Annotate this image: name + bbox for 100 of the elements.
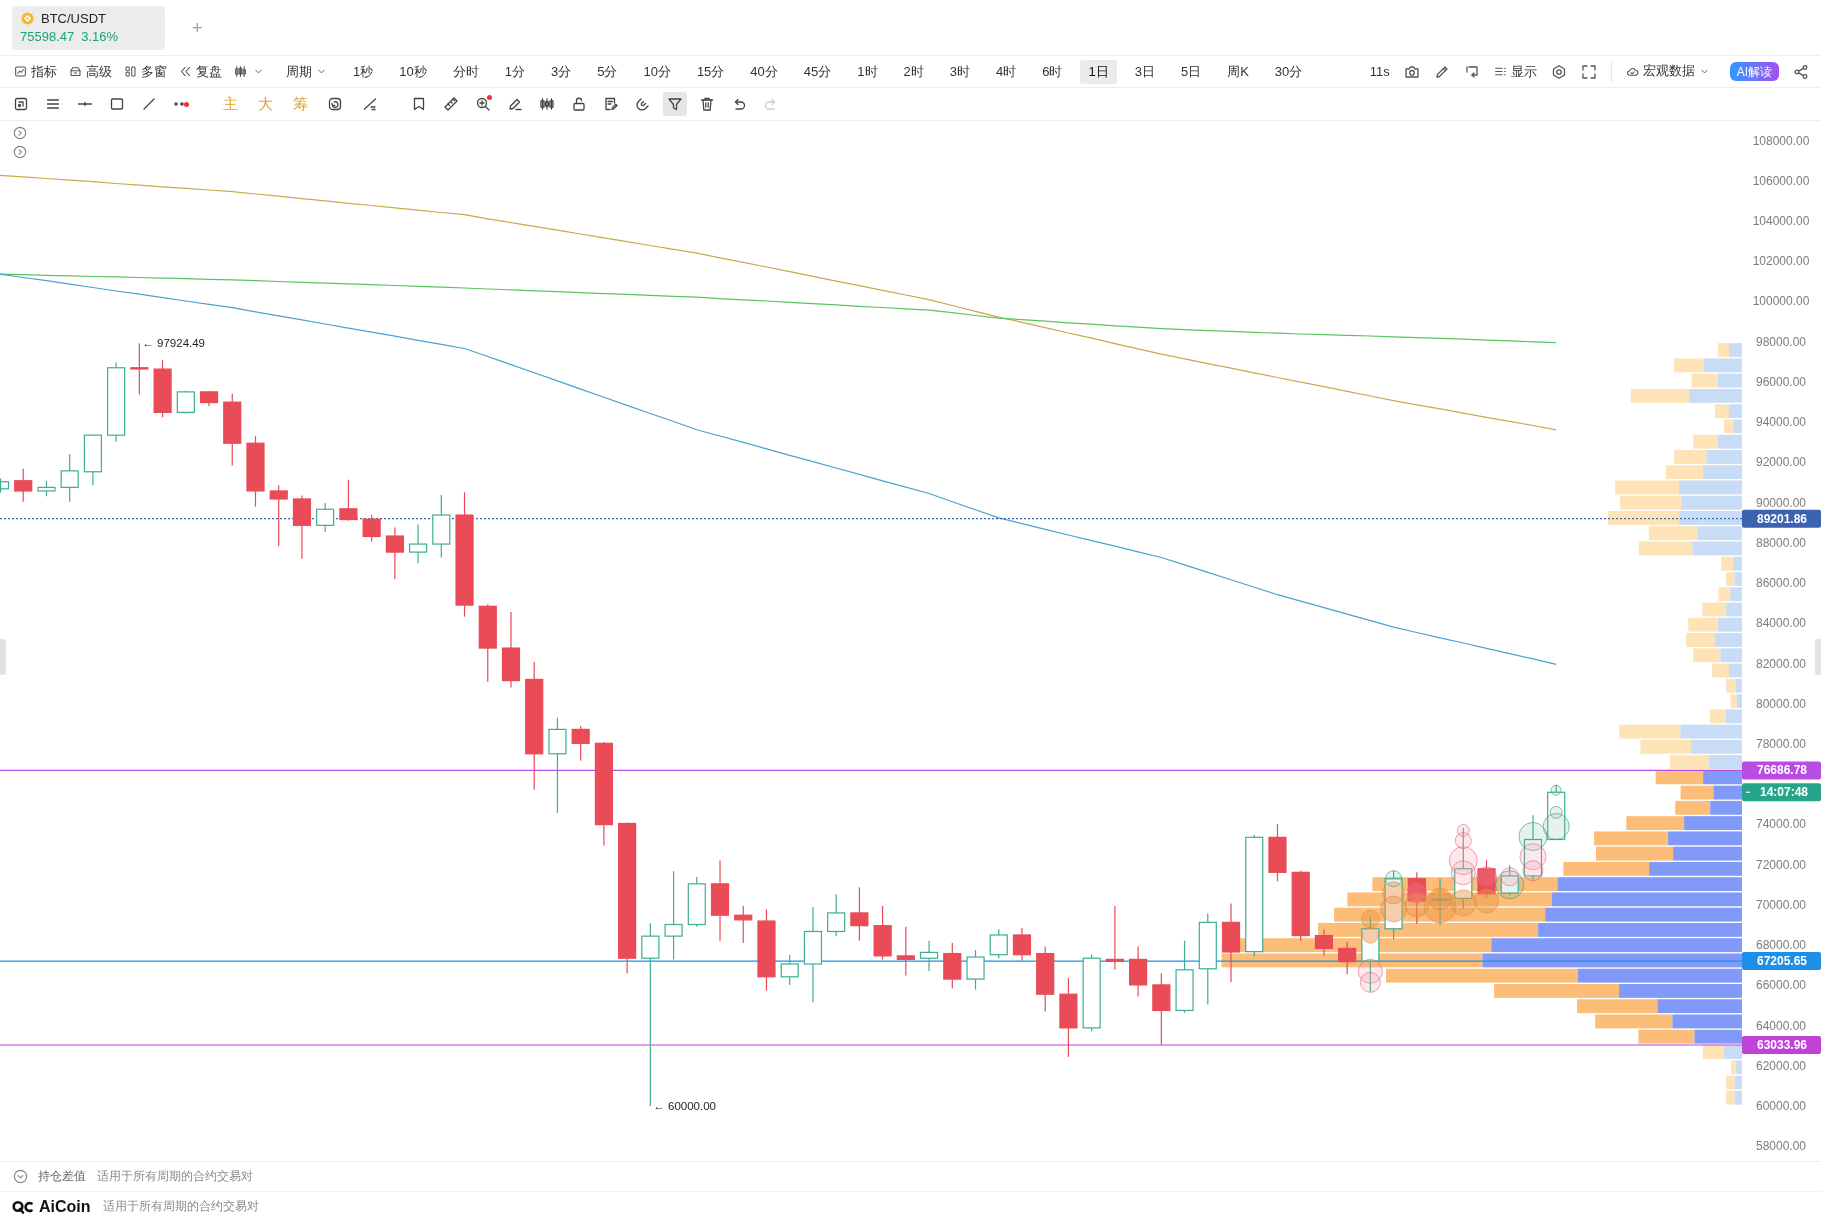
candle [14, 468, 33, 503]
countdown-tag: 14:07:48 [1742, 783, 1821, 802]
price-annotation: ← 97924.49 [142, 337, 206, 350]
ruler-icon [443, 96, 459, 112]
candle [432, 494, 451, 559]
camera-icon[interactable] [1403, 63, 1420, 80]
candle [269, 484, 288, 547]
period-tab[interactable]: 6时 [1034, 59, 1071, 84]
indicator-description: 适用于所有周期的合约交易对 [97, 1168, 253, 1185]
price-tag: 76686.78 [1742, 761, 1821, 780]
symbol-tab[interactable]: BTC/USDT 75598.47 3.16% [12, 5, 165, 50]
price-tag: 63033.96 [1742, 1036, 1821, 1055]
rectangle-icon [109, 96, 125, 112]
axis-label: 64000.00 [1755, 1018, 1807, 1033]
note-icon [603, 96, 619, 112]
period-tab[interactable]: 1日 [1080, 59, 1117, 84]
period-tab[interactable]: 5日 [1172, 59, 1210, 84]
candle [153, 359, 172, 418]
axis-label: 102000.00 [1752, 254, 1810, 269]
candle [850, 886, 869, 942]
candle [316, 502, 335, 533]
period-tab[interactable]: 5分 [589, 59, 626, 84]
candle [176, 390, 195, 415]
axis-label: 80000.00 [1755, 696, 1807, 711]
notification-dot-icon [184, 101, 189, 107]
macro-data-button[interactable]: 宏观数据 [1625, 63, 1710, 80]
period-tab[interactable]: 30分 [1266, 59, 1311, 84]
candle [130, 342, 149, 396]
corner-arrow-icon[interactable] [1463, 63, 1480, 80]
indicator-description: 适用于所有周期的合约交易对 [102, 1198, 259, 1215]
candle [292, 494, 312, 560]
toolbar-button[interactable]: 高级 [69, 62, 112, 81]
period-menu-button[interactable]: 周期 [286, 62, 327, 81]
drawing-tool-button[interactable] [663, 92, 687, 116]
period-tab[interactable]: 4时 [988, 59, 1025, 84]
refresh-timer[interactable]: 11s [1369, 64, 1390, 79]
axis-label: 98000.00 [1755, 334, 1807, 349]
period-tab[interactable]: 2时 [895, 59, 932, 84]
price-tag: 67205.65 [1742, 952, 1821, 971]
menu-icon [45, 96, 61, 112]
axis-label: 78000.00 [1755, 737, 1807, 751]
period-tab[interactable]: 1分 [496, 59, 533, 84]
period-tab[interactable]: 3分 [542, 59, 580, 84]
ref-line-label: 89201.86 [1756, 511, 1808, 526]
chevron-right-circle-icon[interactable] [13, 126, 27, 140]
period-tab[interactable]: 45分 [795, 59, 840, 84]
chart-type-button[interactable] [234, 65, 264, 78]
toolbar-button[interactable]: 多窗 [124, 62, 167, 81]
candle [362, 514, 381, 543]
axis-label: 94000.00 [1755, 415, 1807, 430]
period-tab[interactable]: 1时 [849, 59, 886, 84]
chevron-down-circle-icon[interactable] [13, 1169, 28, 1184]
period-tab[interactable]: 10秒 [391, 59, 435, 84]
candle [989, 928, 1008, 959]
axis-label: 74000.00 [1755, 817, 1807, 832]
axis-label: 70000.00 [1755, 897, 1807, 912]
logo-icon [12, 1199, 34, 1214]
period-tab[interactable]: 分时 [444, 59, 487, 84]
axis-label: 86000.00 [1755, 576, 1807, 591]
notification-dot-icon [487, 95, 492, 100]
share-icon[interactable] [1793, 63, 1809, 80]
ref-line-label: 63033.96 [1756, 1038, 1808, 1053]
settings-icon[interactable] [1550, 63, 1567, 80]
axis-label: 72000.00 [1755, 857, 1807, 872]
axis-label: 84000.00 [1755, 616, 1807, 631]
period-tab[interactable]: 周K [1219, 59, 1257, 84]
candle [919, 940, 939, 972]
coin-icon [21, 12, 34, 25]
ref-line-label: 67205.65 [1756, 954, 1808, 969]
period-tab[interactable]: 40分 [742, 59, 786, 84]
candle [571, 725, 590, 762]
axis-label: 90000.00 [1755, 495, 1807, 510]
fullscreen-icon[interactable] [1580, 63, 1597, 80]
unlock-icon [571, 96, 587, 112]
axis-label: 104000.00 [1752, 213, 1810, 228]
bookmark-icon [411, 96, 427, 112]
period-tab[interactable]: 1秒 [345, 59, 382, 84]
candle [83, 434, 102, 486]
chevron-right-circle-icon[interactable] [13, 145, 27, 159]
ref-line-label: 76686.78 [1756, 763, 1808, 778]
period-tab[interactable]: 3时 [941, 59, 978, 84]
logo-text: AiCoin [39, 1197, 91, 1216]
axis-label: 62000.00 [1755, 1058, 1807, 1073]
candle [60, 453, 79, 503]
collapse-handle[interactable] [1815, 639, 1821, 675]
axis-label: 66000.00 [1755, 978, 1807, 993]
dots-icon [173, 102, 184, 106]
toolbar-button[interactable]: 指标 [14, 62, 57, 81]
period-tab[interactable]: 3日 [1126, 59, 1163, 84]
axis-label: 58000.00 [1755, 1139, 1807, 1154]
grid-icon [124, 65, 137, 78]
axis-label: 92000.00 [1755, 455, 1807, 470]
toolbar-button[interactable]: 复盘 [179, 62, 222, 81]
ai-button[interactable]: AI解读 [1729, 62, 1779, 81]
collapse-handle[interactable] [0, 639, 6, 675]
period-tab[interactable]: 15分 [688, 59, 733, 84]
indicator-name: 持仓差值 [38, 1168, 86, 1185]
display-button[interactable]: 显示 [1493, 62, 1537, 81]
period-tab[interactable]: 10分 [635, 59, 679, 84]
pen-icon [507, 96, 523, 112]
